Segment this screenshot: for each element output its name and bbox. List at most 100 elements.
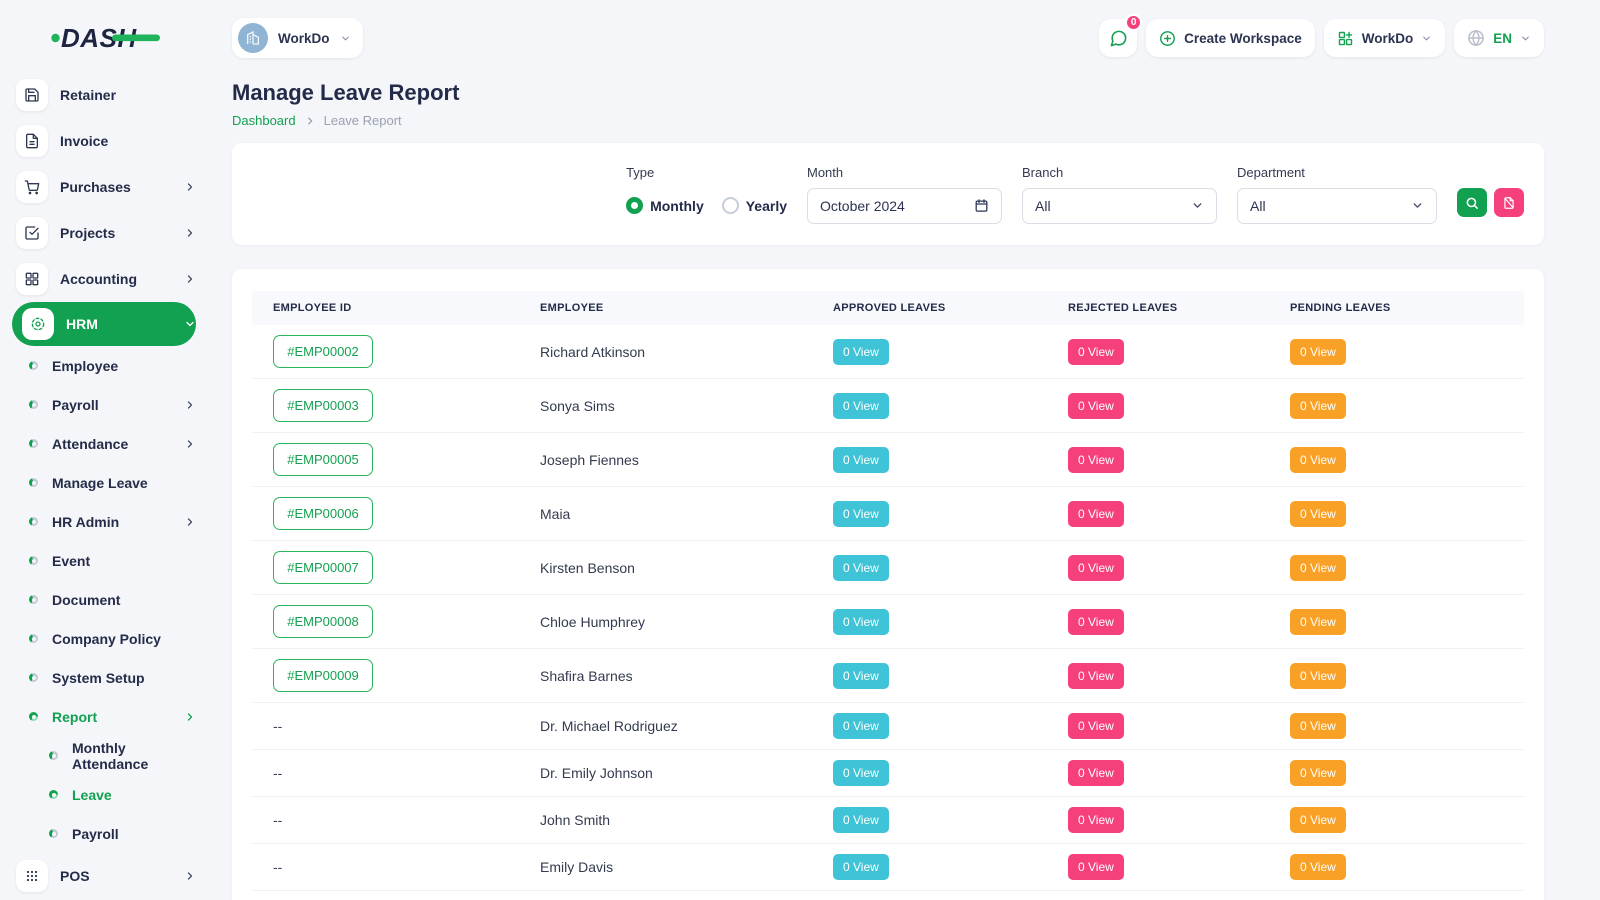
topbar-actions: 0 Create Workspace WorkDo	[1099, 19, 1544, 57]
rejected-leaves-view-badge[interactable]: 0 View	[1068, 807, 1124, 833]
leave-report-table-card: EMPLOYEE IDEMPLOYEEAPPROVED LEAVESREJECT…	[232, 269, 1544, 900]
globe-icon	[1467, 29, 1485, 47]
breadcrumb-dashboard-link[interactable]: Dashboard	[232, 113, 296, 128]
rejected-leaves-view-badge[interactable]: 0 View	[1068, 854, 1124, 880]
pending-leaves-view-badge[interactable]: 0 View	[1290, 713, 1346, 739]
type-radio-monthly[interactable]: Monthly	[626, 197, 704, 214]
pending-leaves-view-badge[interactable]: 0 View	[1290, 447, 1346, 473]
approved-leaves-view-badge[interactable]: 0 View	[833, 760, 889, 786]
pending-leaves-view-badge[interactable]: 0 View	[1290, 555, 1346, 581]
workspace-switcher[interactable]: WorkDo	[232, 18, 363, 58]
table-row: --Dr. Michael Rodriguez0 View0 View0 Vie…	[252, 703, 1524, 750]
approved-leaves-view-badge[interactable]: 0 View	[833, 393, 889, 419]
sidebar-item-accounting[interactable]: Accounting	[0, 256, 196, 302]
employee-id-button[interactable]: #EMP00005	[273, 443, 373, 476]
branch-filter-group: Branch All	[1022, 165, 1217, 224]
employee-id-button[interactable]: #EMP00008	[273, 605, 373, 638]
employee-id-button[interactable]: #EMP00003	[273, 389, 373, 422]
rejected-leaves-view-badge[interactable]: 0 View	[1068, 760, 1124, 786]
approved-leaves-view-badge[interactable]: 0 View	[833, 339, 889, 365]
approved-leaves-view-badge[interactable]: 0 View	[833, 807, 889, 833]
chevron-right-icon	[184, 438, 196, 450]
sidebar-item-leave[interactable]: Leave	[0, 775, 196, 814]
pending-leaves-view-badge[interactable]: 0 View	[1290, 807, 1346, 833]
messages-button[interactable]: 0	[1099, 19, 1137, 57]
rejected-leaves-view-badge[interactable]: 0 View	[1068, 663, 1124, 689]
rejected-leaves-view-badge[interactable]: 0 View	[1068, 555, 1124, 581]
sidebar-item-system-setup[interactable]: System Setup	[0, 658, 196, 697]
chevron-right-icon	[184, 181, 196, 193]
rejected-leaves-view-badge[interactable]: 0 View	[1068, 339, 1124, 365]
pending-leaves-view-badge[interactable]: 0 View	[1290, 501, 1346, 527]
sidebar-item-event[interactable]: Event	[0, 541, 196, 580]
sidebar-item-label: Payroll	[72, 826, 119, 842]
sidebar: DASH RetainerInvoicePurchasesProjectsAcc…	[0, 0, 210, 900]
type-radio-yearly[interactable]: Yearly	[722, 197, 787, 214]
approved-leaves-view-badge[interactable]: 0 View	[833, 713, 889, 739]
sidebar-item-retainer[interactable]: Retainer	[0, 72, 196, 118]
chevron-right-icon	[305, 116, 315, 126]
pending-leaves-view-badge[interactable]: 0 View	[1290, 393, 1346, 419]
plus-circle-icon	[1159, 30, 1176, 47]
month-value: October 2024	[820, 198, 905, 214]
employee-id-button[interactable]: #EMP00002	[273, 335, 373, 368]
month-filter-label: Month	[807, 165, 1002, 180]
approved-leaves-view-badge[interactable]: 0 View	[833, 447, 889, 473]
pending-leaves-view-badge[interactable]: 0 View	[1290, 339, 1346, 365]
department-filter-group: Department All	[1237, 165, 1437, 224]
breadcrumb: Dashboard Leave Report	[232, 113, 1544, 128]
sidebar-item-monthly-attendance[interactable]: Monthly Attendance	[0, 736, 196, 775]
approved-leaves-view-badge[interactable]: 0 View	[833, 609, 889, 635]
pending-leaves-view-badge[interactable]: 0 View	[1290, 609, 1346, 635]
department-select[interactable]: All	[1237, 188, 1437, 224]
rejected-leaves-view-badge[interactable]: 0 View	[1068, 447, 1124, 473]
column-header-pending-leaves: PENDING LEAVES	[1269, 302, 1524, 314]
employee-id-button[interactable]: #EMP00006	[273, 497, 373, 530]
month-input[interactable]: October 2024	[807, 188, 1002, 224]
employee-id-button[interactable]: #EMP00007	[273, 551, 373, 584]
pending-leaves-view-badge[interactable]: 0 View	[1290, 854, 1346, 880]
rejected-leaves-view-badge[interactable]: 0 View	[1068, 713, 1124, 739]
approved-leaves-view-badge[interactable]: 0 View	[833, 555, 889, 581]
reset-filter-button[interactable]	[1494, 188, 1524, 217]
sidebar-item-hrm[interactable]: HRM	[12, 302, 196, 346]
sidebar-item-label: HRM	[66, 316, 98, 332]
sidebar-item-attendance[interactable]: Attendance	[0, 424, 196, 463]
table-row: #EMP00006Maia0 View0 View0 View	[252, 487, 1524, 541]
create-workspace-button[interactable]: Create Workspace	[1146, 19, 1315, 57]
sidebar-item-hr-admin[interactable]: HR Admin	[0, 502, 196, 541]
workdo-menu-button[interactable]: WorkDo	[1324, 19, 1446, 57]
approved-leaves-view-badge[interactable]: 0 View	[833, 501, 889, 527]
employee-name: James Brown	[519, 896, 812, 900]
sidebar-item-label: Event	[52, 553, 90, 569]
employee-name: Sonya Sims	[519, 388, 812, 424]
sidebar-item-company-policy[interactable]: Company Policy	[0, 619, 196, 658]
sidebar-item-pos[interactable]: POS	[0, 853, 196, 899]
approved-leaves-view-badge[interactable]: 0 View	[833, 854, 889, 880]
table-row: --Emily Davis0 View0 View0 View	[252, 844, 1524, 891]
sidebar-item-manage-leave[interactable]: Manage Leave	[0, 463, 196, 502]
search-button[interactable]	[1457, 188, 1487, 217]
rejected-leaves-view-badge[interactable]: 0 View	[1068, 609, 1124, 635]
sidebar-item-document[interactable]: Document	[0, 580, 196, 619]
chevron-right-icon	[184, 711, 196, 723]
rejected-leaves-view-badge[interactable]: 0 View	[1068, 501, 1124, 527]
sidebar-item-label: Projects	[60, 225, 115, 241]
chevron-down-icon	[1421, 33, 1432, 44]
sidebar-item-invoice[interactable]: Invoice	[0, 118, 196, 164]
sidebar-item-payroll[interactable]: Payroll	[0, 385, 196, 424]
sidebar-item-report[interactable]: Report	[0, 697, 196, 736]
pending-leaves-view-badge[interactable]: 0 View	[1290, 663, 1346, 689]
sidebar-item-purchases[interactable]: Purchases	[0, 164, 196, 210]
sidebar-item-employee[interactable]: Employee	[0, 346, 196, 385]
employee-name: Kirsten Benson	[519, 550, 812, 586]
sidebar-item-payroll[interactable]: Payroll	[0, 814, 196, 853]
approved-leaves-view-badge[interactable]: 0 View	[833, 663, 889, 689]
rejected-leaves-view-badge[interactable]: 0 View	[1068, 393, 1124, 419]
employee-name: Dr. Emily Johnson	[519, 755, 812, 791]
sidebar-item-projects[interactable]: Projects	[0, 210, 196, 256]
pending-leaves-view-badge[interactable]: 0 View	[1290, 760, 1346, 786]
branch-select[interactable]: All	[1022, 188, 1217, 224]
language-selector[interactable]: EN	[1454, 19, 1544, 57]
employee-id-button[interactable]: #EMP00009	[273, 659, 373, 692]
